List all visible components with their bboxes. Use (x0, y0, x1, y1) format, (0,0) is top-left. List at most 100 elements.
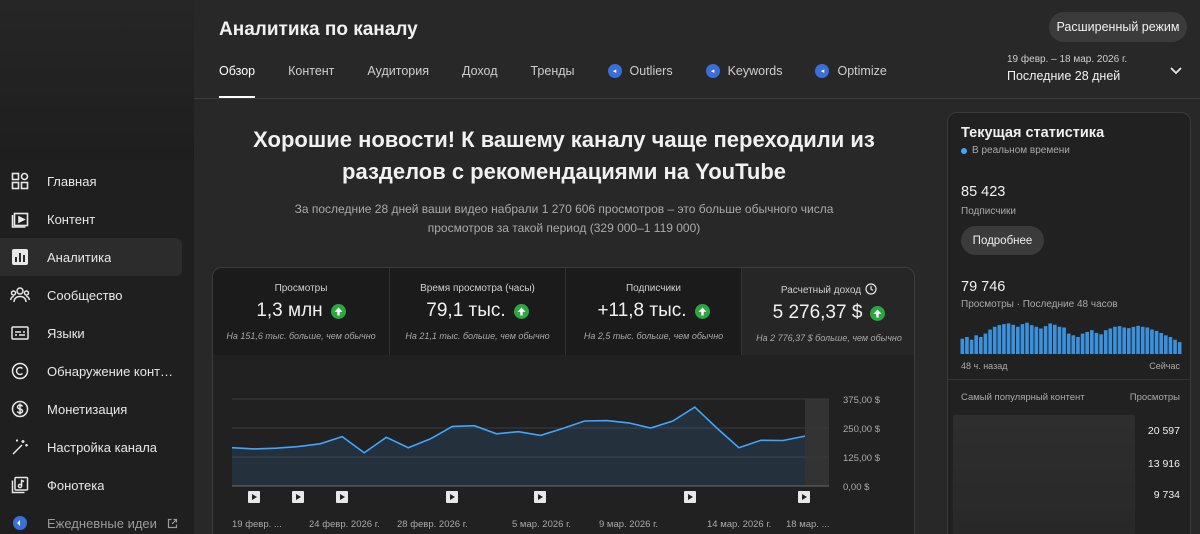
realtime-bar (974, 335, 979, 354)
metric-value-row: 79,1 тыс. (390, 300, 565, 322)
tab-overview[interactable]: Обзор (219, 64, 256, 98)
headline-line: Хорошие новости! К вашему каналу чаще пе… (253, 127, 875, 152)
metric-note: На 151,6 тыс. больше, чем обычно (226, 331, 376, 341)
realtime-bar (965, 337, 969, 354)
sidebar-item-audio-library[interactable]: Фонотека (0, 466, 194, 504)
realtime-bar-chart (960, 322, 1182, 354)
x-tick-label: 24 февр. 2026 г. (309, 519, 380, 530)
realtime-bar (960, 338, 965, 354)
series-area (232, 407, 805, 486)
tab-audience[interactable]: Аудитория (367, 64, 429, 98)
metric-note: На 2 776,37 $ больше, чем обычно (756, 333, 902, 343)
clock-icon (865, 283, 877, 295)
sidebar-item-label: Обнаружение контен... (47, 363, 175, 379)
top-content-thumbnails[interactable] (953, 415, 1135, 534)
sidebar-item-analytics[interactable]: Аналитика (0, 238, 182, 276)
music-library-icon (10, 475, 30, 495)
sidebar-item-community[interactable]: Сообщество (0, 276, 194, 314)
x-tick-label: 28 февр. 2026 г. (397, 519, 468, 530)
tab-revenue[interactable]: Доход (462, 64, 498, 98)
realtime-subscribers-label: Подписчики (961, 206, 1017, 217)
metric-value-row: +11,8 тыс. (566, 300, 741, 322)
dollar-icon (10, 399, 30, 419)
metric-label: Подписчики (625, 283, 681, 294)
metric-label: Время просмотра (часы) (420, 283, 535, 294)
chevron-down-icon[interactable] (1168, 62, 1184, 78)
current-period-band (805, 399, 829, 486)
top-content-views: 20 597 (1147, 425, 1180, 437)
metric-value-row: 1,3 млн (213, 300, 389, 322)
sidebar-item-monetization[interactable]: Монетизация (0, 390, 194, 428)
realtime-bar (1016, 326, 1020, 354)
tab-label: Optimize (837, 64, 887, 78)
realtime-axis-start: 48 ч. назад (961, 361, 1008, 371)
sidebar-item-label: Контент (47, 211, 96, 227)
realtime-axis-end: Сейчас (1149, 361, 1180, 371)
sidebar-item-label: Фонотека (47, 477, 105, 493)
revenue-chart: 375,00 $ 250,00 $ 125,00 $ 0,00 $ 19 февр. .… (231, 395, 881, 530)
metric-estimated-revenue[interactable]: Расчетный доход 5 276,37 $ На 2 776,37 $… (741, 268, 914, 355)
realtime-bar (1090, 330, 1094, 354)
sidebar-item-label: Ежедневные идеи (47, 515, 157, 531)
realtime-bar (1011, 324, 1016, 354)
realtime-bar (1177, 342, 1182, 354)
realtime-bar (992, 326, 997, 354)
realtime-bar (1103, 330, 1108, 354)
tab-keywords[interactable]: ◂ Keywords (705, 64, 783, 98)
y-tick-label: 0,00 $ (843, 482, 870, 493)
sidebar-item-languages[interactable]: Языки (0, 314, 194, 352)
tab-optimize[interactable]: ◂ Optimize (815, 64, 887, 98)
realtime-bar (1034, 326, 1039, 354)
copyright-icon (10, 361, 30, 381)
metric-value: 1,3 млн (256, 300, 323, 321)
live-dot-icon (961, 147, 967, 154)
x-tick-label: 9 мар. 2026 г. (599, 519, 658, 530)
subtitles-icon (10, 323, 30, 343)
tab-outliers[interactable]: ◂ Outliers (607, 64, 673, 98)
realtime-bar (1168, 337, 1173, 354)
realtime-bar (1053, 324, 1057, 354)
sidebar-item-dashboard[interactable]: Главная (0, 162, 194, 200)
x-tick-label: 14 мар. 2026 г. (707, 519, 771, 530)
arrow-up-icon (330, 303, 346, 319)
metric-value: +11,8 тыс. (597, 300, 687, 321)
realtime-bar (1002, 324, 1006, 354)
realtime-bar (1043, 326, 1048, 354)
tab-trends[interactable]: Тренды (530, 64, 574, 98)
sidebar-item-customization[interactable]: Настройка канала (0, 428, 194, 466)
more-details-button[interactable]: Подробнее (961, 226, 1044, 255)
realtime-bar (969, 339, 974, 354)
extension-icon: ◂ (815, 64, 830, 78)
y-tick-label: 250,00 $ (843, 424, 881, 435)
date-range[interactable]: 19 февр. – 18 мар. 2026 г. (1007, 54, 1127, 65)
content-icon (10, 209, 30, 229)
sidebar-item-content-detection[interactable]: Обнаружение контен... (0, 352, 194, 390)
realtime-bar (1173, 339, 1177, 354)
realtime-bar (1080, 333, 1085, 354)
sidebar-item-label: Аналитика (47, 249, 112, 265)
tab-content[interactable]: Контент (288, 64, 334, 98)
period-selector[interactable]: Последние 28 дней (1007, 69, 1120, 83)
ideas-icon (10, 513, 30, 533)
realtime-bar (988, 329, 992, 354)
realtime-bar (1071, 335, 1076, 354)
realtime-subscribers: 85 423 (961, 184, 1006, 200)
realtime-views-label: Просмотры · Последние 48 часов (961, 299, 1118, 310)
metric-note: На 2,5 тыс. больше, чем обычно (583, 331, 724, 341)
metric-subscribers[interactable]: Подписчики +11,8 тыс. На 2,5 тыс. больше… (565, 268, 741, 355)
sidebar-item-content[interactable]: Контент (0, 200, 194, 238)
sidebar: Главная Контент Аналитика Сообщество Язы… (0, 0, 194, 534)
advanced-mode-button[interactable]: Расширенный режим (1049, 12, 1187, 42)
realtime-bar (1136, 325, 1140, 354)
realtime-live-indicator: В реальном времени (961, 145, 1070, 156)
tab-label: Тренды (530, 64, 575, 78)
metric-watch-time[interactable]: Время просмотра (часы) 79,1 тыс. На 21,1… (389, 268, 565, 355)
realtime-bar (983, 333, 988, 354)
metric-views[interactable]: Просмотры 1,3 млн На 151,6 тыс. больше, … (213, 268, 389, 355)
metric-value-row: 5 276,37 $ (742, 302, 914, 324)
realtime-bar (1006, 323, 1011, 354)
tab-label: Контент (288, 64, 335, 78)
y-tick-label: 125,00 $ (843, 453, 881, 464)
tab-label: Keywords (727, 64, 783, 78)
sidebar-item-daily-ideas[interactable]: Ежедневные идеи (0, 504, 194, 534)
